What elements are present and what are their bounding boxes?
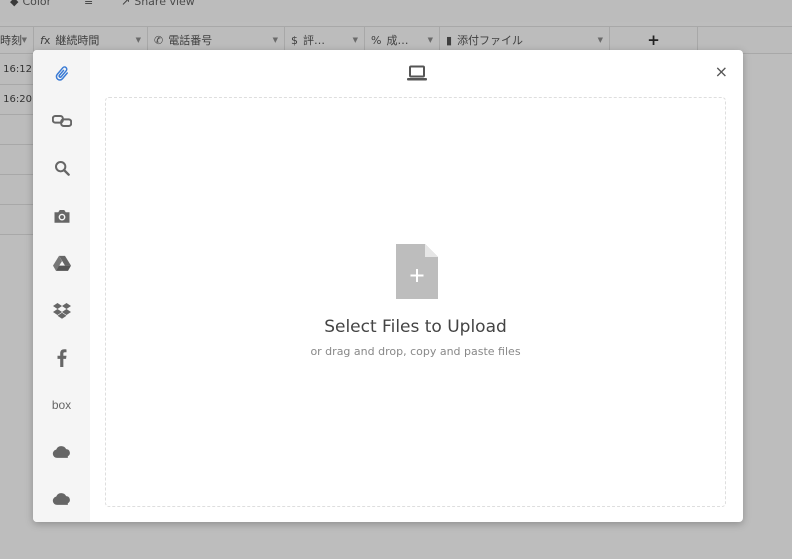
currency-icon: $ (291, 33, 298, 47)
table-row[interactable] (0, 145, 33, 175)
source-link[interactable] (33, 101, 90, 141)
chevron-down-icon[interactable]: ▼ (353, 36, 358, 44)
time-cell: 16:12 (3, 64, 32, 75)
table-row[interactable]: 16:12 (0, 55, 33, 85)
drop-zone[interactable]: Select Files to Upload or drag and drop,… (105, 97, 726, 507)
source-onedrive[interactable] (33, 432, 90, 472)
source-local-files[interactable] (33, 54, 90, 94)
table-row[interactable]: 16:20 (0, 85, 33, 115)
paint-bucket-icon: ◆ (10, 0, 19, 8)
table-row[interactable] (0, 115, 33, 145)
select-files-title[interactable]: Select Files to Upload (106, 317, 725, 337)
time-cell: 16:20 (3, 94, 32, 105)
phone-icon: ✆ (154, 33, 164, 47)
close-icon[interactable]: × (715, 64, 728, 80)
table-row[interactable] (0, 175, 33, 205)
plus-icon: + (647, 31, 660, 49)
percent-icon: % (371, 33, 382, 47)
source-web-search[interactable] (33, 148, 90, 188)
share-icon: ↗ (121, 0, 131, 8)
upload-panel: × Select Files to Upload or drag and dro… (90, 50, 743, 522)
source-google-drive[interactable] (33, 243, 90, 283)
file-add-icon[interactable] (396, 244, 438, 303)
column-label: 時刻 (0, 34, 22, 47)
column-label: 成… (386, 34, 409, 47)
chevron-down-icon[interactable]: ▼ (428, 36, 433, 44)
box-logo: box (51, 398, 72, 412)
color-button[interactable]: ◆ Color (10, 0, 51, 8)
table-row[interactable] (0, 205, 33, 235)
source-onedrive-business[interactable] (33, 479, 90, 519)
chevron-down-icon[interactable]: ▼ (22, 36, 27, 44)
color-label: Color (22, 0, 52, 8)
file-picker-modal: box × Select Files to Upload or drag and… (33, 50, 743, 522)
laptop-icon (407, 65, 427, 85)
file-icon: ▮ (446, 33, 453, 47)
source-box[interactable]: box (33, 385, 90, 425)
source-dropbox[interactable] (33, 290, 90, 330)
google-drive-icon (52, 255, 71, 271)
chevron-down-icon[interactable]: ▼ (136, 36, 141, 44)
camera-icon (54, 210, 69, 223)
column-header-time[interactable]: 時刻 ▼ (0, 27, 34, 53)
row-height-icon: ≡ (84, 0, 94, 8)
column-label: 添付ファイル (457, 34, 524, 47)
chevron-down-icon[interactable]: ▼ (598, 36, 603, 44)
search-icon (54, 161, 70, 176)
column-label: 電話番号 (168, 34, 213, 47)
background-toolbar: ◆ Color ≡ ↗ Share view (0, 0, 792, 22)
source-camera[interactable] (33, 196, 90, 236)
share-view-label: Share view (134, 0, 195, 8)
onedrive-business-icon (52, 492, 70, 505)
dropbox-icon (52, 302, 71, 319)
column-label: 評… (303, 34, 325, 47)
share-view-button[interactable]: ↗ Share view (121, 0, 195, 8)
drop-hint-text: or drag and drop, copy and paste files (310, 345, 521, 358)
row-height-button[interactable]: ≡ (84, 0, 93, 8)
onedrive-icon (52, 445, 70, 458)
paperclip-icon (55, 66, 68, 81)
source-sidebar: box (33, 50, 90, 522)
formula-icon: fx (40, 33, 51, 47)
chevron-down-icon[interactable]: ▼ (273, 36, 278, 44)
column-label: 継続時間 (55, 34, 100, 47)
link-icon (51, 115, 72, 127)
facebook-icon (57, 349, 66, 367)
source-facebook[interactable] (33, 338, 90, 378)
